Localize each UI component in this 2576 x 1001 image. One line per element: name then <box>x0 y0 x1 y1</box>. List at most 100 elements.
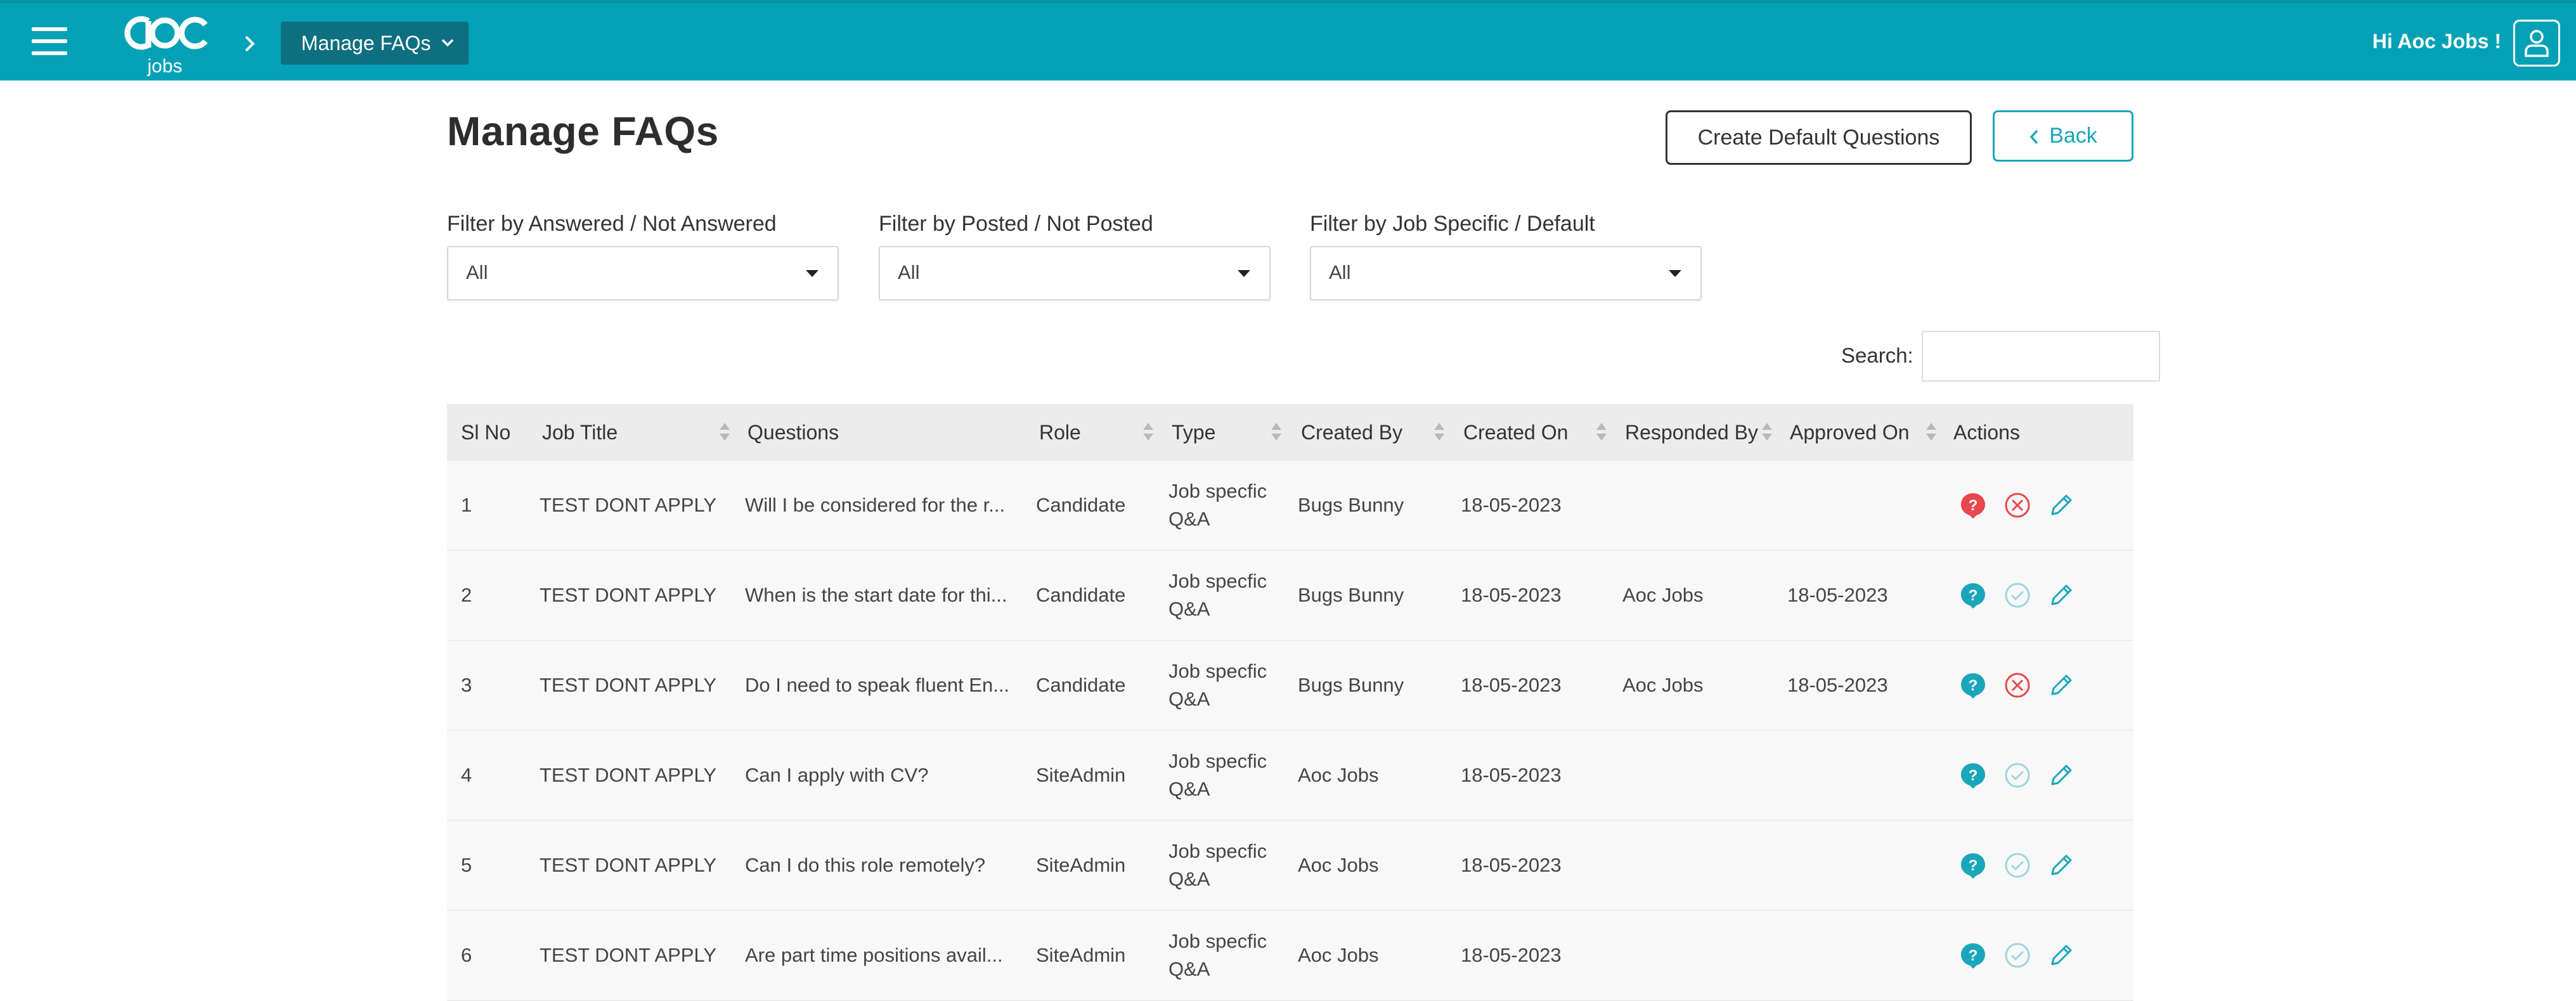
breadcrumb-separator-icon <box>245 36 255 52</box>
filter-answered-label: Filter by Answered / Not Answered <box>447 212 777 236</box>
sort-icon[interactable] <box>720 423 730 442</box>
column-header-role[interactable]: Role <box>1039 404 1081 461</box>
edit-pencil-icon[interactable] <box>2047 581 2075 609</box>
table-row: 5 TEST DONT APPLY Can I do this role rem… <box>447 821 2133 911</box>
cell-question: Will I be considered for the r... <box>745 494 1006 516</box>
approve-check-icon[interactable] <box>2003 581 2031 609</box>
filter-job-specific-select[interactable]: All <box>1310 246 1702 300</box>
approve-check-icon[interactable] <box>2003 941 2031 969</box>
filter-posted-select[interactable]: All <box>879 246 1271 300</box>
search-label: Search: <box>1841 344 1913 367</box>
search-input[interactable] <box>1922 331 2160 382</box>
cell-job-title: TEST DONT APPLY <box>540 494 717 516</box>
cell-question: When is the start date for thi... <box>745 584 1007 606</box>
cell-responded-by: Aoc Jobs <box>1622 584 1704 606</box>
sort-icon[interactable] <box>1271 423 1281 442</box>
edit-pencil-icon[interactable] <box>2047 941 2075 969</box>
edit-pencil-icon[interactable] <box>2047 761 2075 789</box>
cell-type: Job specfic Q&A <box>1168 660 1267 710</box>
sort-icon[interactable] <box>1762 423 1772 442</box>
cell-approved-on: 18-05-2023 <box>1787 584 1888 606</box>
aoc-jobs-logo[interactable]: jobs <box>112 8 213 78</box>
reject-icon[interactable] <box>2003 671 2031 699</box>
sort-icon[interactable] <box>1143 423 1153 442</box>
table-header: Sl No Job Title Questions Role Type Crea… <box>447 404 2133 461</box>
table-row: 1 TEST DONT APPLY Will I be considered f… <box>447 461 2133 551</box>
reject-icon[interactable] <box>2003 491 2031 519</box>
filter-posted-value: All <box>898 261 920 283</box>
cell-question: Are part time positions avail... <box>745 944 1003 966</box>
column-header-sl-no[interactable]: Sl No <box>461 404 510 461</box>
svg-text:?: ? <box>1969 767 1978 784</box>
cell-job-title: TEST DONT APPLY <box>540 584 717 606</box>
cell-sl-no: 4 <box>461 764 472 786</box>
question-bubble-icon[interactable]: ? <box>1959 581 1987 609</box>
question-bubble-icon[interactable]: ? <box>1959 851 1987 879</box>
menu-icon[interactable] <box>32 27 67 56</box>
page-title: Manage FAQs <box>447 108 719 154</box>
user-icon <box>2525 30 2549 57</box>
cell-question: Can I do this role remotely? <box>745 854 986 876</box>
cell-sl-no: 5 <box>461 854 472 876</box>
table-row: 6 TEST DONT APPLY Are part time position… <box>447 911 2133 1001</box>
column-header-questions[interactable]: Questions <box>748 404 839 461</box>
cell-created-by: Bugs Bunny <box>1298 494 1404 516</box>
column-header-created-on[interactable]: Created On <box>1463 404 1568 461</box>
cell-sl-no: 3 <box>461 674 472 696</box>
filter-answered-value: All <box>466 261 488 283</box>
cell-job-title: TEST DONT APPLY <box>540 674 717 696</box>
approve-check-icon[interactable] <box>2003 851 2031 879</box>
cell-created-by: Bugs Bunny <box>1298 584 1404 606</box>
sort-icon[interactable] <box>1434 423 1444 442</box>
chevron-left-icon <box>2029 129 2038 145</box>
edit-pencil-icon[interactable] <box>2047 851 2075 879</box>
svg-text:?: ? <box>1969 587 1978 604</box>
cell-created-on: 18-05-2023 <box>1461 674 1562 696</box>
sort-icon[interactable] <box>1596 423 1607 442</box>
user-profile-button[interactable] <box>2513 20 2560 67</box>
question-bubble-icon[interactable]: ? <box>1959 941 1987 969</box>
caret-down-icon <box>806 270 819 277</box>
top-navbar: jobs Manage FAQs Hi Aoc Jobs ! <box>0 0 2576 81</box>
question-bubble-icon[interactable]: ? <box>1959 671 1987 699</box>
cell-created-by: Bugs Bunny <box>1298 674 1404 696</box>
cell-created-on: 18-05-2023 <box>1461 944 1562 966</box>
cell-approved-on: 18-05-2023 <box>1787 674 1888 696</box>
column-header-approved-on[interactable]: Approved On <box>1790 404 1910 461</box>
sort-icon[interactable] <box>1926 423 1936 442</box>
column-header-type[interactable]: Type <box>1172 404 1215 461</box>
question-bubble-icon[interactable]: ? <box>1959 491 1987 519</box>
svg-text:?: ? <box>1969 677 1978 694</box>
table-row: 3 TEST DONT APPLY Do I need to speak flu… <box>447 641 2133 731</box>
back-button-label: Back <box>2049 124 2097 148</box>
cell-created-on: 18-05-2023 <box>1461 764 1562 786</box>
filter-answered-select[interactable]: All <box>447 246 839 300</box>
edit-pencil-icon[interactable] <box>2047 491 2075 519</box>
column-header-job-title[interactable]: Job Title <box>542 404 618 461</box>
cell-created-by: Aoc Jobs <box>1298 854 1379 876</box>
column-header-responded-by[interactable]: Responded By <box>1625 404 1758 461</box>
edit-pencil-icon[interactable] <box>2047 671 2075 699</box>
back-button[interactable]: Back <box>1993 110 2133 162</box>
approve-check-icon[interactable] <box>2003 761 2031 789</box>
breadcrumb-label: Manage FAQs <box>301 32 431 55</box>
cell-created-on: 18-05-2023 <box>1461 584 1562 606</box>
cell-job-title: TEST DONT APPLY <box>540 764 717 786</box>
chevron-down-icon <box>441 39 454 47</box>
filter-job-specific-value: All <box>1329 261 1351 283</box>
filter-job-specific-label: Filter by Job Specific / Default <box>1310 212 1595 236</box>
column-header-created-by[interactable]: Created By <box>1301 404 1402 461</box>
table-row: 4 TEST DONT APPLY Can I apply with CV? S… <box>447 731 2133 821</box>
cell-sl-no: 1 <box>461 494 472 516</box>
cell-job-title: TEST DONT APPLY <box>540 854 717 876</box>
cell-question: Do I need to speak fluent En... <box>745 674 1010 696</box>
filter-posted-label: Filter by Posted / Not Posted <box>879 212 1153 236</box>
create-default-questions-button[interactable]: Create Default Questions <box>1666 110 1972 165</box>
svg-text:?: ? <box>1969 947 1978 964</box>
cell-created-on: 18-05-2023 <box>1461 494 1562 516</box>
cell-role: SiteAdmin <box>1036 944 1126 966</box>
cell-sl-no: 6 <box>461 944 472 966</box>
cell-role: Candidate <box>1036 494 1126 516</box>
breadcrumb-manage-faqs[interactable]: Manage FAQs <box>281 22 469 65</box>
question-bubble-icon[interactable]: ? <box>1959 761 1987 789</box>
